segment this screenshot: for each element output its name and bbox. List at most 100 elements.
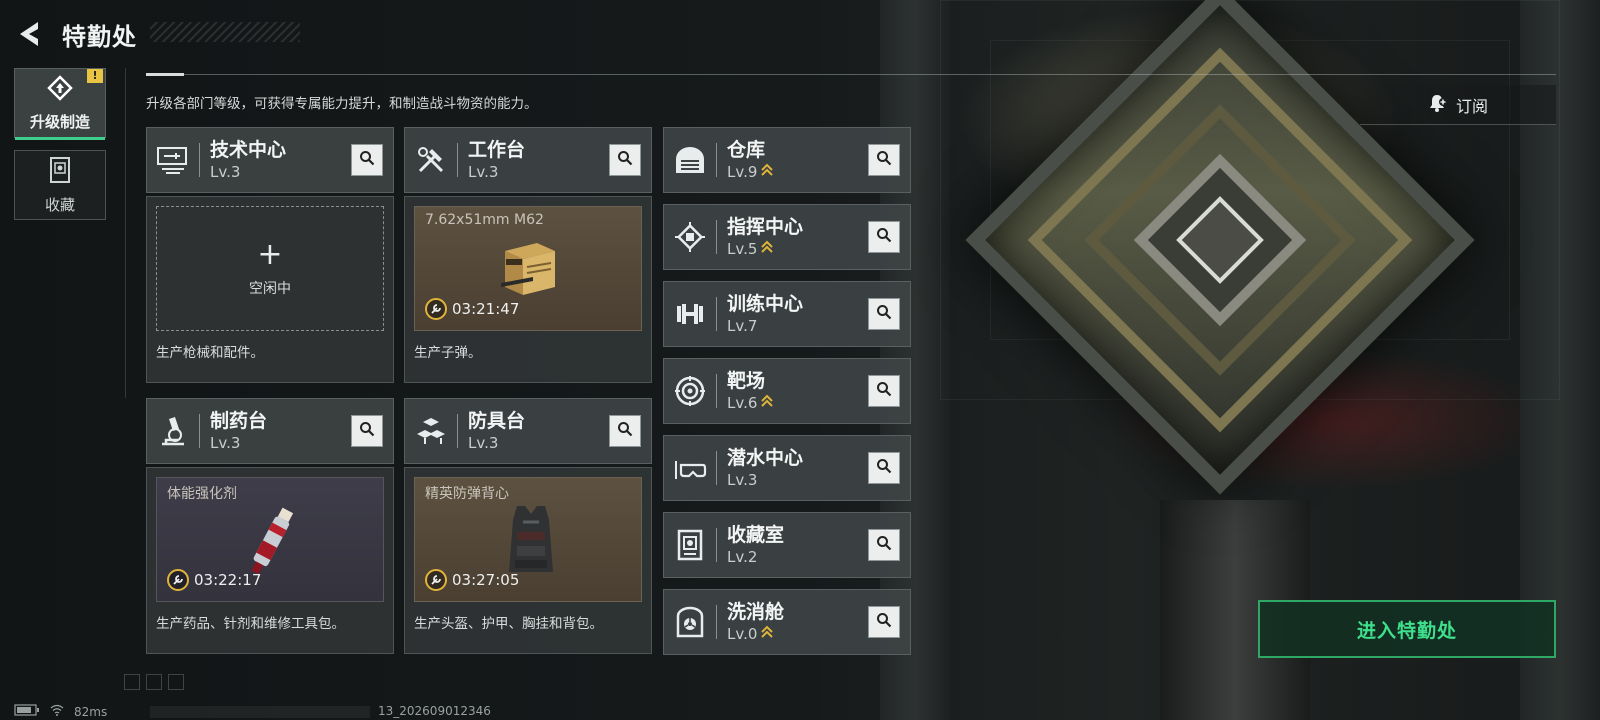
battery-icon [14, 704, 40, 719]
dept-title: 指挥中心 [727, 215, 804, 238]
search-button[interactable] [868, 375, 900, 407]
search-button[interactable] [868, 221, 900, 253]
card-description: 生产子弹。 [414, 345, 482, 361]
wifi-icon [50, 704, 64, 719]
search-button[interactable] [868, 529, 900, 561]
decon-biohazard-icon [664, 590, 716, 654]
dept-training-center[interactable]: 训练中心 Lv.7 [663, 281, 911, 347]
dept-title: 洗消舱 [727, 600, 785, 623]
wrench-icon [167, 569, 189, 591]
search-button[interactable] [868, 606, 900, 638]
command-chip-icon [664, 205, 716, 269]
item-name: 7.62x51mm M62 [425, 212, 544, 228]
idle-label: 空闲中 [249, 280, 291, 297]
dive-mask-icon [664, 436, 716, 500]
search-button[interactable] [351, 144, 383, 176]
card-level: Lv.3 [468, 434, 499, 452]
dept-title: 收藏室 [727, 524, 785, 546]
magnifier-icon [876, 535, 892, 555]
search-button[interactable] [868, 452, 900, 484]
timer-text: 03:27:05 [452, 571, 520, 589]
card-header[interactable]: 技术中心 Lv.3 [146, 127, 394, 193]
upgrade-arrow-icon [761, 625, 774, 643]
upgrade-arrow-icon [761, 163, 774, 181]
card-level: Lv.3 [210, 163, 241, 181]
magnifier-icon [876, 458, 892, 478]
tech-center-icon [147, 128, 199, 192]
upgrade-arrow-icon [761, 394, 774, 412]
search-button[interactable] [609, 415, 641, 447]
dept-level: Lv.6 [727, 394, 774, 413]
dept-command-center[interactable]: 指挥中心 Lv.5 [663, 204, 911, 270]
search-button[interactable] [351, 415, 383, 447]
production-slot[interactable]: 精英防弹背心 03:27:05 [414, 477, 642, 602]
dept-title: 训练中心 [727, 293, 804, 315]
production-timer: 03:22:17 [167, 569, 261, 591]
production-slot[interactable]: 体能强化剂 03:22:17 [156, 477, 384, 602]
status-bar: 82ms [14, 704, 107, 719]
timer-text: 03:22:17 [194, 571, 262, 589]
title-decoration [150, 22, 300, 42]
card-workbench: 工作台 Lv.3 7.62x51mm M62 03:21:47 生产子弹。 [404, 127, 652, 383]
dept-title: 仓库 [727, 138, 766, 161]
redacted-info [150, 706, 370, 718]
upgrade-craft-icon [46, 74, 74, 105]
sidebar-item-label: 升级制造 [29, 112, 90, 131]
back-arrow-icon[interactable] [14, 19, 44, 49]
dept-level: Lv.0 [727, 625, 784, 644]
production-slot-empty[interactable]: + 空闲中 [156, 206, 384, 331]
subscribe-button[interactable]: 订阅 [1360, 85, 1556, 125]
dumbbell-icon [664, 282, 716, 346]
page-description: 升级各部门等级，可获得专属能力提升，和制造战斗物资的能力。 [146, 96, 538, 112]
dept-warehouse[interactable]: 仓库 Lv.9 [663, 127, 911, 193]
item-name: 精英防弹背心 [425, 486, 509, 502]
magnifier-icon [876, 150, 892, 170]
sidebar-tab-collection[interactable]: 收藏 [14, 150, 106, 220]
dept-level: Lv.7 [727, 317, 758, 335]
dept-decontamination[interactable]: 洗消舱 Lv.0 [663, 589, 911, 655]
card-header[interactable]: 防具台 Lv.3 [404, 398, 652, 464]
collection-icon [49, 156, 71, 188]
wrench-icon [425, 298, 447, 320]
card-title: 工作台 [468, 139, 526, 161]
ping-text: 82ms [74, 704, 108, 719]
production-slot[interactable]: 7.62x51mm M62 03:21:47 [414, 206, 642, 331]
bell-plus-icon [1428, 93, 1448, 117]
card-description: 生产枪械和配件。 [156, 345, 264, 361]
search-button[interactable] [868, 144, 900, 176]
dept-title: 靶场 [727, 369, 766, 392]
item-name: 体能强化剂 [167, 486, 237, 502]
alert-badge: ! [87, 69, 103, 83]
page-title: 特勤处 [62, 22, 137, 51]
card-level: Lv.3 [210, 434, 241, 452]
card-body: + 空闲中 生产枪械和配件。 [146, 196, 394, 383]
card-level: Lv.3 [468, 163, 499, 181]
enter-special-ops-button[interactable]: 进入特勤处 [1258, 600, 1556, 658]
card-description: 生产药品、针剂和维修工具包。 [156, 616, 345, 632]
sidebar-tab-upgrade-craft[interactable]: ! 升级制造 [14, 68, 106, 140]
search-button[interactable] [609, 144, 641, 176]
wrench-icon [425, 569, 447, 591]
card-armor-bench: 防具台 Lv.3 精英防弹背心 03:27:05 生产头盔、护甲、胸挂和背包。 [404, 398, 652, 654]
card-header[interactable]: 工作台 Lv.3 [404, 127, 652, 193]
card-title: 技术中心 [210, 139, 287, 161]
armor-blocks-icon [405, 399, 457, 463]
dept-level: Lv.9 [727, 163, 774, 182]
card-header[interactable]: 制药台 Lv.3 [146, 398, 394, 464]
upgrade-arrow-icon [761, 240, 774, 258]
dept-collection-room[interactable]: 收藏室 Lv.2 [663, 512, 911, 578]
dept-shooting-range[interactable]: 靶场 Lv.6 [663, 358, 911, 424]
card-tech-center: 技术中心 Lv.3 + 空闲中 生产枪械和配件。 [146, 127, 394, 383]
card-pharmacy: 制药台 Lv.3 体能强化剂 03:22:17 生产药品、针剂和维修工具包。 [146, 398, 394, 654]
magnifier-icon [876, 227, 892, 247]
footer-icons [124, 674, 184, 690]
dept-dive-center[interactable]: 潜水中心 Lv.3 [663, 435, 911, 501]
magnifier-icon [359, 421, 375, 441]
warehouse-icon [664, 128, 716, 192]
top-divider [146, 73, 1556, 76]
build-id: 13_202609012346 [378, 704, 491, 718]
search-button[interactable] [868, 298, 900, 330]
dept-level: Lv.2 [727, 548, 758, 566]
workbench-tools-icon [405, 128, 457, 192]
magnifier-icon [617, 150, 633, 170]
